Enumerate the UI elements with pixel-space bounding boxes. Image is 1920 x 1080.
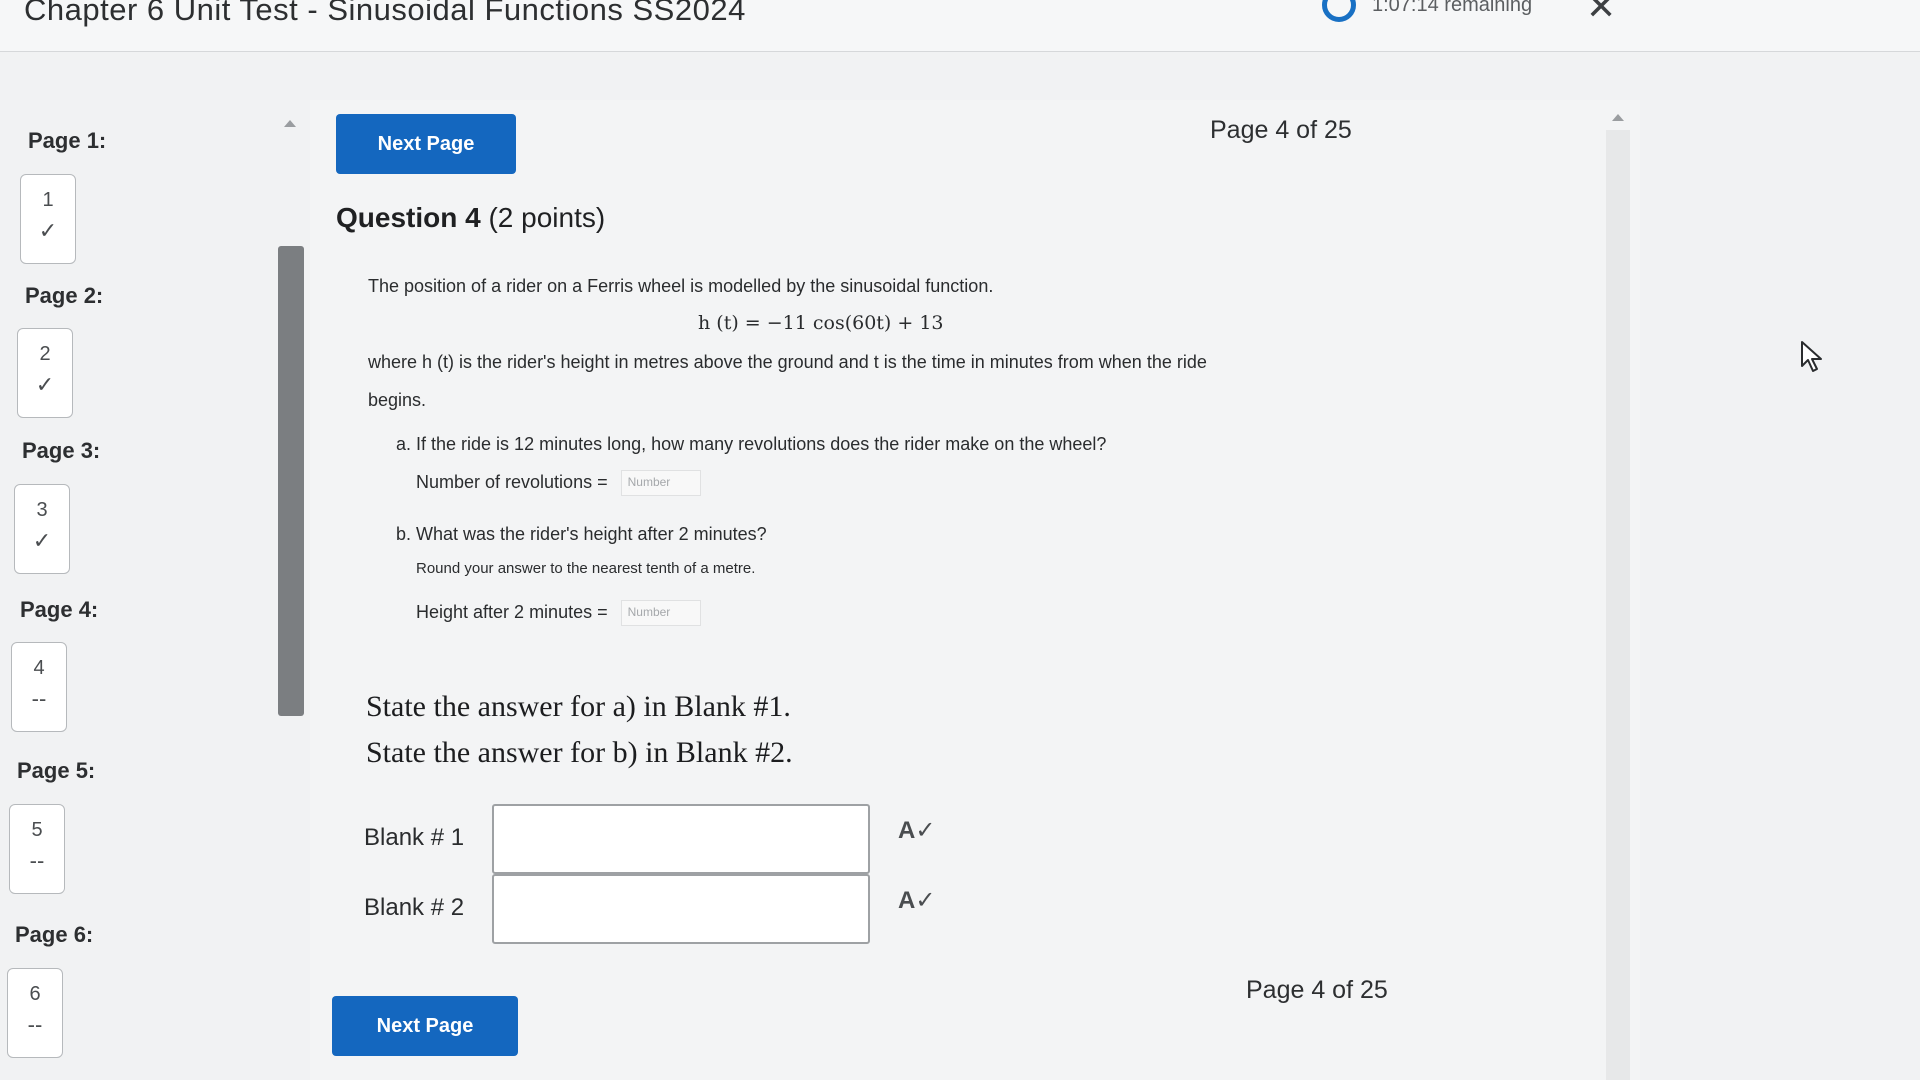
blank-2-input[interactable] — [492, 874, 870, 944]
part-b-answer-row: Height after 2 minutes = Number — [416, 600, 701, 626]
blank-2-label: Blank # 2 — [364, 894, 465, 921]
unanswered-dash-icon: -- — [29, 848, 45, 873]
part-b-question: b. What was the rider's height after 2 m… — [396, 524, 767, 544]
part-a-answer-row: Number of revolutions = Number — [416, 470, 701, 496]
variable-definition: where h (t) is the rider's height in met… — [368, 352, 1207, 372]
unanswered-dash-icon: -- — [31, 686, 47, 711]
answered-check-icon: ✓ — [32, 528, 52, 553]
question-1-tile[interactable]: 1 ✓ — [20, 174, 76, 264]
revolutions-input[interactable]: Number — [620, 470, 701, 496]
part-b-label: Height after 2 minutes = — [416, 601, 608, 622]
question-2-tile[interactable]: 2 ✓ — [17, 328, 73, 418]
question-6-number: 6 — [29, 983, 41, 1005]
blank-1-label: Blank # 1 — [364, 824, 465, 851]
navigator-scrollbar[interactable] — [278, 246, 304, 716]
page-indicator-bottom: Page 4 of 25 — [1246, 976, 1388, 1004]
exam-title: Chapter 6 Unit Test - Sinusoidal Functio… — [24, 0, 746, 27]
page-3-label: Page 3: — [22, 438, 101, 463]
question-intro: The position of a rider on a Ferris whee… — [368, 276, 994, 296]
part-b-rounding-note: Round your answer to the nearest tenth o… — [416, 560, 756, 577]
question-3-tile[interactable]: 3 ✓ — [14, 484, 70, 574]
next-page-button-bottom[interactable]: Next Page — [332, 996, 518, 1056]
variable-definition-cont: begins. — [368, 390, 427, 410]
page-1-label: Page 1: — [28, 128, 107, 153]
page-5-label: Page 5: — [17, 758, 96, 783]
page-6-label: Page 6: — [15, 922, 94, 947]
blank-1-input[interactable] — [492, 804, 870, 874]
question-4-tile[interactable]: 4 -- — [11, 642, 67, 732]
page-4-label: Page 4: — [20, 597, 99, 622]
page-2-label: Page 2: — [25, 283, 104, 308]
question-6-tile[interactable]: 6 -- — [7, 968, 63, 1058]
question-panel: Next Page Page 4 of 25 Question 4 (2 poi… — [310, 100, 1640, 1080]
question-number: Question 4 — [336, 202, 481, 233]
timer-progress-icon — [1322, 0, 1356, 22]
instruction-blank-2: State the answer for b) in Blank #2. — [366, 736, 793, 769]
height-input[interactable]: Number — [620, 600, 701, 626]
navigator-scroll-up-icon[interactable] — [284, 120, 296, 127]
question-1-number: 1 — [42, 189, 54, 211]
part-a-question: a. If the ride is 12 minutes long, how m… — [396, 434, 1107, 454]
part-a-label: Number of revolutions = — [416, 471, 608, 492]
question-3-number: 3 — [36, 499, 48, 521]
page-navigator: Page 1: 1 ✓ Page 2: 2 ✓ Page 3: 3 ✓ Page… — [0, 100, 304, 1080]
close-icon[interactable]: ✕ — [1586, 0, 1616, 28]
next-page-button[interactable]: Next Page — [336, 114, 516, 174]
question-points: (2 points) — [488, 202, 606, 233]
question-4-number: 4 — [33, 657, 45, 679]
time-remaining: 1:07:14 remaining — [1372, 0, 1533, 16]
answered-check-icon: ✓ — [35, 372, 55, 397]
spellcheck-icon[interactable]: A✓ — [898, 816, 935, 845]
answered-check-icon: ✓ — [38, 218, 58, 243]
unanswered-dash-icon: -- — [27, 1012, 43, 1037]
mouse-cursor-icon — [1801, 341, 1822, 372]
exam-header: Chapter 6 Unit Test - Sinusoidal Functio… — [0, 0, 1920, 52]
page-indicator: Page 4 of 25 — [1210, 116, 1352, 144]
question-scroll-up-icon[interactable] — [1612, 114, 1624, 121]
question-5-number: 5 — [31, 819, 43, 841]
spellcheck-icon[interactable]: A✓ — [898, 886, 935, 915]
question-scrollbar[interactable] — [1606, 130, 1630, 1080]
question-5-tile[interactable]: 5 -- — [9, 804, 65, 894]
question-heading: Question 4 (2 points) — [336, 202, 605, 234]
function-formula: h (t) = −11 cos(60t) + 13 — [698, 312, 944, 334]
question-2-number: 2 — [39, 343, 51, 365]
instruction-blank-1: State the answer for a) in Blank #1. — [366, 690, 791, 723]
